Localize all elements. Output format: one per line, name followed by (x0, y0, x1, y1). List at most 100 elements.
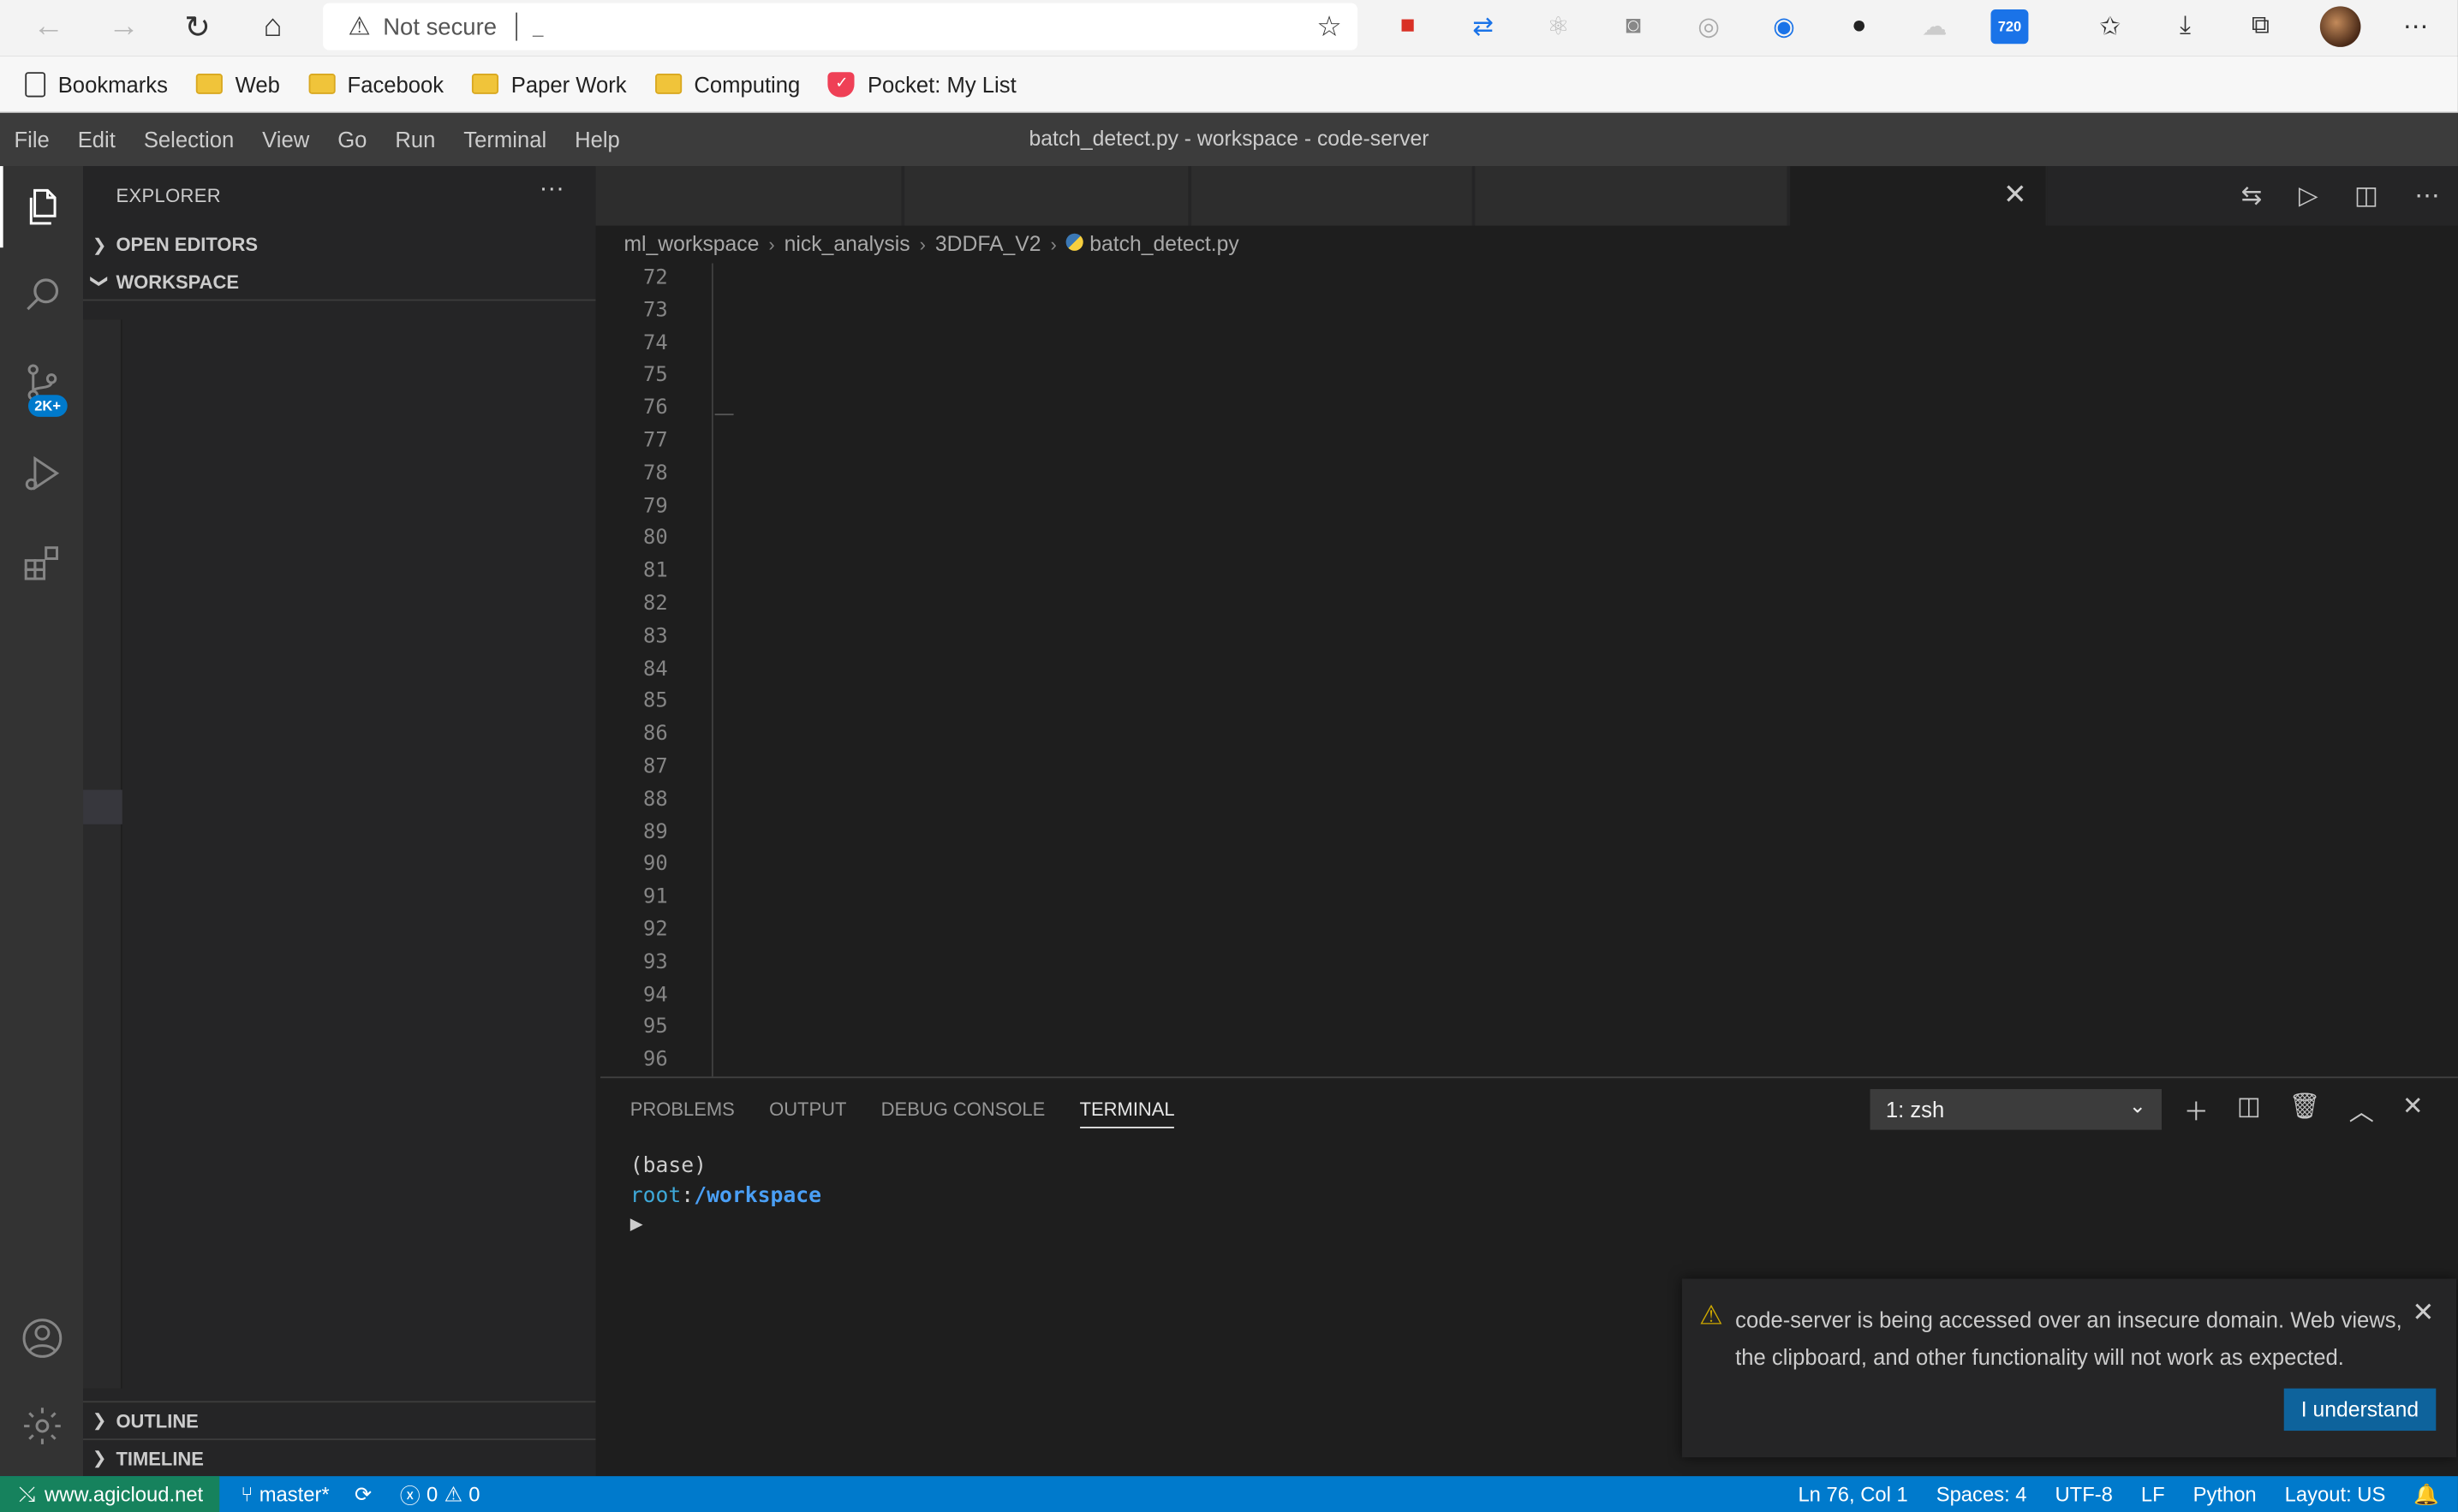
editor-tab[interactable] (904, 166, 1190, 226)
menu-edit[interactable]: Edit (63, 127, 129, 152)
extension-camera-icon[interactable]: ◙ (1616, 9, 1650, 44)
editor-tab[interactable] (1475, 166, 1789, 226)
tab-debug-console[interactable]: DEBUG CONSOLE (881, 1098, 1046, 1128)
cursor-indicator (714, 414, 734, 416)
folder-icon (307, 74, 335, 94)
add-favorite-icon[interactable]: ☆ (1316, 11, 1342, 44)
breadcrumb-file[interactable]: batch_detect.py (1065, 232, 1239, 255)
menu-help[interactable]: Help (561, 127, 635, 152)
new-terminal-icon[interactable]: ＋ (2184, 1091, 2209, 1128)
tab-terminal[interactable]: TERMINAL (1079, 1098, 1175, 1128)
bookmark-web[interactable]: Web (195, 71, 280, 97)
encoding[interactable]: UTF-8 (2055, 1483, 2112, 1506)
favorites-icon[interactable]: ✩ (2092, 9, 2127, 44)
not-secure-label[interactable]: Not secure (383, 14, 497, 40)
back-icon[interactable]: ← (25, 6, 72, 47)
close-icon[interactable]: ✕ (2412, 1297, 2434, 1329)
language-mode[interactable]: Python (2193, 1483, 2257, 1506)
screen: ← → ↻ ⌂ ⚠ Not secure _ ☆ ■ ⇄ ⚛ ◙ ◎ ◉ ● ☁… (0, 0, 2458, 1512)
profile-avatar[interactable] (2319, 6, 2361, 47)
split-terminal-icon[interactable]: ◫ (2237, 1091, 2261, 1128)
refresh-icon[interactable]: ↻ (174, 6, 221, 47)
editor-actions: ⇆ ▷ ◫ ⋯ (2222, 166, 2458, 226)
menu-file[interactable]: File (0, 127, 63, 152)
address-url[interactable]: _ (533, 15, 543, 38)
bookmark-computing[interactable]: Computing (654, 71, 800, 97)
kill-terminal-icon[interactable]: 🗑 (2288, 1091, 2320, 1128)
menu-run[interactable]: Run (381, 127, 450, 152)
more-actions-icon[interactable]: ··· (540, 176, 564, 204)
notifications-bell-icon[interactable]: 🔔 (2413, 1482, 2439, 1507)
sync-icon[interactable]: ⟳ (355, 1482, 372, 1507)
indentation[interactable]: Spaces: 4 (1936, 1483, 2027, 1506)
warning-icon: ⚠ (444, 1481, 462, 1506)
tree-selected-row[interactable] (83, 789, 122, 824)
line-number: 88 (643, 788, 668, 812)
source-control-icon[interactable]: 2K+ (0, 342, 83, 423)
editor-tab[interactable] (1191, 166, 1474, 226)
breadcrumb-item[interactable]: ml_workspace (623, 232, 759, 255)
section-open-editors[interactable]: ❯ OPEN EDITORS (83, 226, 596, 264)
search-icon[interactable] (0, 254, 83, 336)
extension-react-icon[interactable]: ⚛ (1541, 9, 1575, 44)
tab-problems[interactable]: PROBLEMS (630, 1098, 735, 1128)
breadcrumb-item[interactable]: nick_analysis (785, 232, 910, 255)
cursor-position[interactable]: Ln 76, Col 1 (1798, 1483, 1907, 1506)
accounts-icon[interactable] (0, 1297, 83, 1378)
menu-go[interactable]: Go (324, 127, 381, 152)
line-number: 84 (643, 657, 668, 682)
bookmark-paper-work[interactable]: Paper Work (472, 71, 627, 97)
section-outline[interactable]: ❯ OUTLINE (83, 1401, 596, 1438)
warning-icon: ⚠ (1699, 1301, 1723, 1330)
terminal-select[interactable]: 1: zsh ⌄ (1870, 1089, 2162, 1130)
menu-view[interactable]: View (248, 127, 324, 152)
editor-tabs: ✕ ⇆ ▷ ◫ ⋯ (595, 166, 2458, 226)
remote-indicator[interactable]: ⤯ www.agicloud.net (0, 1476, 219, 1512)
section-timeline[interactable]: ❯ TIMELINE (83, 1438, 596, 1476)
more-actions-icon[interactable]: ⋯ (2414, 180, 2439, 211)
extension-720-icon[interactable]: 720 (1990, 9, 2029, 45)
terminal-output[interactable]: (base) root:/workspace ▶ (630, 1152, 821, 1239)
collections-icon[interactable]: ⧉ (2243, 9, 2277, 44)
git-branch[interactable]: ⑂ master* (241, 1483, 330, 1506)
close-tab-icon[interactable]: ✕ (2003, 179, 2027, 211)
forward-icon[interactable]: → (100, 6, 147, 47)
bookmark-pocket[interactable]: ✓ Pocket: My List (828, 71, 1017, 97)
extension-cloud-icon[interactable]: ☁ (1917, 9, 1951, 44)
keyboard-layout[interactable]: Layout: US (2285, 1483, 2386, 1506)
editor-tab[interactable] (595, 166, 904, 226)
extensions-icon[interactable] (0, 523, 83, 604)
i-understand-button[interactable]: I understand (2283, 1388, 2437, 1432)
line-number: 72 (643, 266, 668, 290)
browser-menu-icon[interactable]: ⋯ (2398, 9, 2432, 44)
run-file-icon[interactable]: ▷ (2299, 180, 2318, 211)
split-editor-icon[interactable]: ◫ (2354, 180, 2378, 211)
address-bar[interactable]: ⚠ Not secure _ ☆ (323, 3, 1358, 51)
end-of-line[interactable]: LF (2141, 1483, 2165, 1506)
tab-output[interactable]: OUTPUT (769, 1098, 846, 1128)
extension-record-icon[interactable]: ◉ (1767, 9, 1801, 44)
editor-tab-active[interactable]: ✕ (1790, 166, 2048, 226)
menu-selection[interactable]: Selection (129, 127, 248, 152)
bookmark-facebook[interactable]: Facebook (307, 71, 444, 97)
problems-status[interactable]: ⓧ 0 ⚠ 0 (400, 1479, 480, 1509)
extension-mask-icon[interactable]: ● (1842, 9, 1876, 44)
maximize-panel-icon[interactable]: ︿ (2349, 1091, 2374, 1128)
error-count: 0 (427, 1482, 439, 1507)
line-number: 93 (643, 950, 668, 974)
extension-target-icon[interactable]: ◎ (1691, 9, 1726, 44)
extension-red-icon[interactable]: ■ (1390, 9, 1424, 44)
close-panel-icon[interactable]: ✕ (2402, 1091, 2424, 1128)
extension-arrows-icon[interactable]: ⇄ (1465, 9, 1500, 44)
chevron-right-icon: › (768, 232, 775, 255)
explorer-icon[interactable] (0, 166, 83, 248)
menu-terminal[interactable]: Terminal (450, 127, 561, 152)
breadcrumb-item[interactable]: 3DDFA_V2 (935, 232, 1041, 255)
home-icon[interactable]: ⌂ (249, 6, 296, 47)
downloads-icon[interactable]: ⤓ (2168, 9, 2202, 44)
run-debug-icon[interactable] (0, 432, 83, 514)
compare-changes-icon[interactable]: ⇆ (2241, 180, 2263, 211)
section-workspace[interactable]: ❯ WORKSPACE (83, 263, 596, 301)
settings-gear-icon[interactable] (0, 1385, 83, 1467)
bookmark-bookmarks[interactable]: Bookmarks (25, 71, 168, 97)
